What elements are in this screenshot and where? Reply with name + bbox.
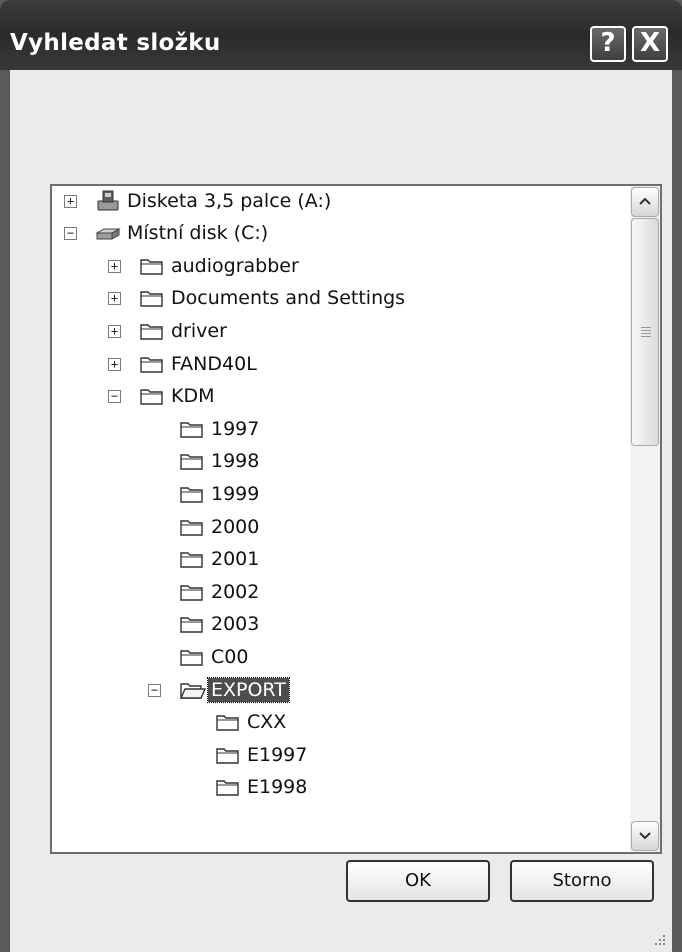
tree-node-label[interactable]: 2003 xyxy=(208,612,262,636)
thumb-grip-line xyxy=(641,330,651,331)
folder-icon xyxy=(180,487,203,503)
tree-node-label[interactable]: audiograbber xyxy=(168,254,302,278)
tree-node[interactable]: 1999 xyxy=(52,478,612,510)
tree-node[interactable]: CXX xyxy=(52,706,612,738)
folder-icon xyxy=(216,748,239,764)
folder-icon xyxy=(216,715,239,731)
tree-node[interactable]: − KDM xyxy=(52,380,612,412)
tree-node-label[interactable]: driver xyxy=(168,319,230,343)
dialog-title: Vyhledat složku xyxy=(10,30,221,56)
tree-node-label[interactable]: Disketa 3,5 palce (A:) xyxy=(124,189,334,213)
folder-icon xyxy=(180,552,203,568)
expand-icon[interactable]: + xyxy=(108,357,121,371)
folder-open-icon xyxy=(179,682,206,699)
chevron-up-icon xyxy=(639,197,651,205)
folder-icon xyxy=(180,650,203,666)
expand-icon[interactable]: + xyxy=(108,259,121,273)
scrollbar-thumb[interactable] xyxy=(631,218,659,446)
tree-node-label[interactable]: FAND40L xyxy=(168,352,260,376)
tree-node-label[interactable]: KDM xyxy=(168,384,217,408)
collapse-icon[interactable]: − xyxy=(148,683,161,697)
tree-node[interactable]: + FAND40L xyxy=(52,348,612,380)
folder-icon xyxy=(180,585,203,601)
expand-icon[interactable]: + xyxy=(108,292,121,306)
title-bar[interactable]: Vyhledat složku ? X xyxy=(0,0,682,70)
cancel-button[interactable]: Storno xyxy=(510,860,654,902)
floppy-drive-icon xyxy=(97,190,119,211)
tree-node[interactable]: + Disketa 3,5 palce (A:) xyxy=(52,186,612,217)
folder-icon xyxy=(140,324,163,340)
folder-icon xyxy=(180,617,203,634)
tree-node-label[interactable]: C00 xyxy=(208,645,251,669)
tree-node[interactable]: E1997 xyxy=(52,739,612,771)
tree-node[interactable]: 2003 xyxy=(52,608,612,640)
folder-icon xyxy=(180,422,203,438)
tree-node[interactable]: 1998 xyxy=(52,445,612,477)
expand-icon[interactable]: + xyxy=(64,194,77,208)
thumb-grip-line xyxy=(641,327,651,328)
folder-browse-dialog: Vyhledat složku ? X Tento počítač+Disket… xyxy=(0,0,682,952)
thumb-grip-line xyxy=(641,336,651,337)
help-button[interactable]: ? xyxy=(590,26,626,62)
thumb-grip-line xyxy=(641,333,651,334)
tree-node[interactable]: 2000 xyxy=(52,511,612,543)
tree-node[interactable]: − EXPORT xyxy=(52,674,612,706)
tree-node-label[interactable]: 1997 xyxy=(208,417,262,441)
tree-node[interactable]: C00 xyxy=(52,641,612,673)
tree-node-label[interactable]: 1998 xyxy=(208,449,262,473)
tree-node[interactable]: 2001 xyxy=(52,543,612,575)
tree-node[interactable]: 1997 xyxy=(52,413,612,445)
ok-button[interactable]: OK xyxy=(346,860,490,902)
chevron-down-icon xyxy=(639,832,651,840)
tree-node[interactable]: + driver xyxy=(52,315,612,347)
tree-node[interactable]: − Místní disk (C:) xyxy=(52,217,612,249)
folder-icon xyxy=(216,780,239,797)
tree-node-label[interactable]: 1999 xyxy=(208,482,262,506)
tree-node-label[interactable]: Documents and Settings xyxy=(168,286,408,310)
folder-icon xyxy=(180,454,203,471)
collapse-icon[interactable]: − xyxy=(64,227,77,241)
tree-node[interactable]: + audiograbber xyxy=(52,250,612,282)
scroll-down-arrow-icon[interactable] xyxy=(631,821,659,851)
folder-icon xyxy=(140,259,163,275)
tree-node[interactable]: 2002 xyxy=(52,576,612,608)
expand-icon[interactable]: + xyxy=(108,325,121,338)
tree-node[interactable]: + Documents and Settings xyxy=(52,282,612,314)
folder-icon xyxy=(140,389,163,405)
tree-node[interactable]: E1998 xyxy=(52,771,612,803)
dialog-body: Tento počítač+Disketa 3,5 palce (A:)−Mís… xyxy=(10,70,672,952)
tree-node-label[interactable]: EXPORT xyxy=(207,676,290,703)
collapse-icon[interactable]: − xyxy=(108,390,121,404)
tree-node-label[interactable]: E1998 xyxy=(244,775,310,799)
vertical-scrollbar[interactable] xyxy=(630,186,660,852)
tree-node-label[interactable]: 2002 xyxy=(208,580,262,604)
folder-icon xyxy=(140,291,163,308)
tree-node-label[interactable]: E1997 xyxy=(244,743,310,767)
resize-grip-icon[interactable] xyxy=(652,932,666,946)
tree-node-label[interactable]: 2000 xyxy=(208,515,262,539)
hard-drive-icon xyxy=(95,228,121,241)
folder-tree[interactable]: Tento počítač+Disketa 3,5 palce (A:)−Mís… xyxy=(50,184,662,854)
tree-node-label[interactable]: 2001 xyxy=(208,547,262,571)
close-button[interactable]: X xyxy=(632,26,668,62)
tree-node-label[interactable]: Místní disk (C:) xyxy=(124,221,271,245)
folder-icon xyxy=(180,519,203,536)
scroll-up-arrow-icon[interactable] xyxy=(631,187,659,217)
tree-node-label[interactable]: CXX xyxy=(244,710,289,734)
folder-icon xyxy=(140,356,163,373)
